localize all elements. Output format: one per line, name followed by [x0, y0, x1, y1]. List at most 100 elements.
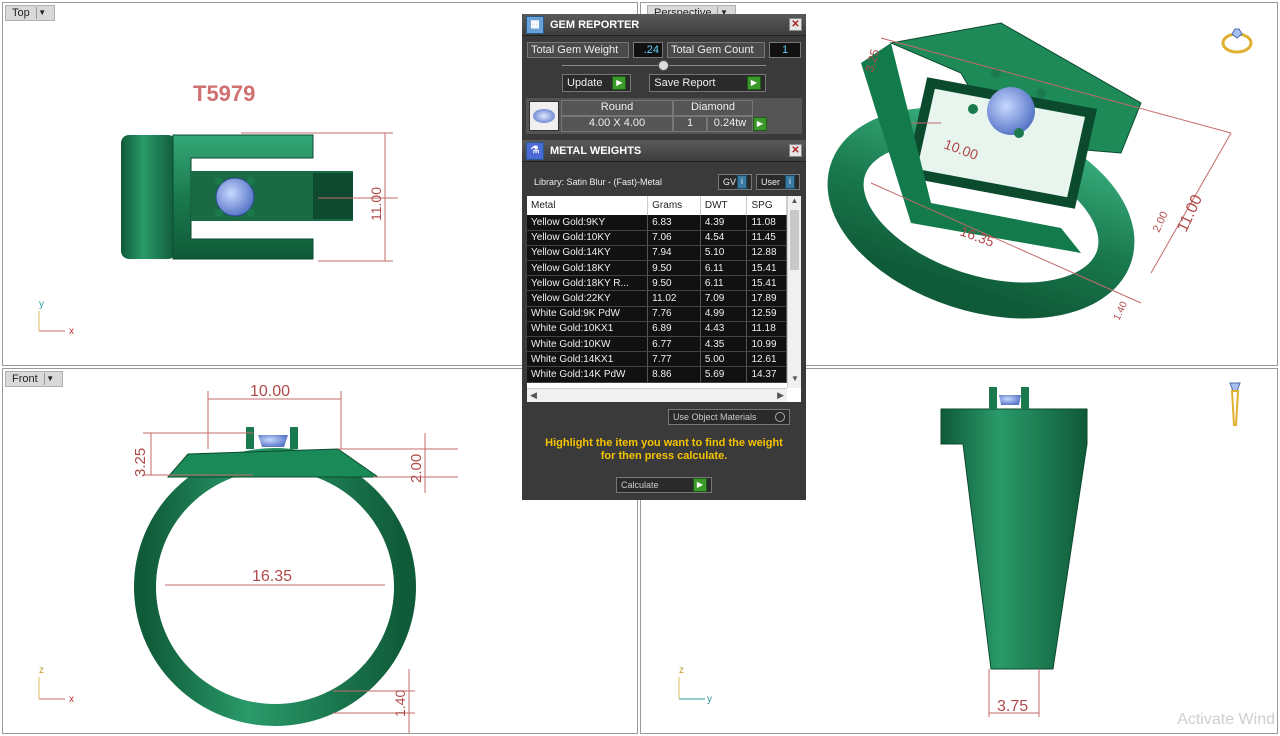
axis-z-label: z	[39, 665, 44, 676]
gem-list-row[interactable]: Round Diamond 4.00 X 4.00 1 0.24tw ▶	[526, 98, 802, 134]
cell-metal: Yellow Gold:22KY	[527, 290, 649, 307]
cell-metal: White Gold:10KX1	[527, 321, 649, 338]
flask-icon: ⚗	[526, 141, 544, 160]
cell-spg: 11.45	[746, 230, 787, 246]
table-row[interactable]: Yellow Gold:22KY 11.02 7.09 17.89	[527, 290, 787, 307]
cell-dwt: 4.43	[700, 321, 748, 338]
info-icon: i	[737, 175, 747, 189]
cell-grams: 6.89	[647, 321, 701, 338]
gem-reporter-title: GEM REPORTER	[550, 18, 640, 31]
total-gem-weight-label: Total Gem Weight	[527, 42, 629, 58]
calculate-button[interactable]: Calculate ▶	[616, 477, 712, 493]
save-report-button[interactable]: Save Report ▶	[649, 74, 766, 92]
axis-x-label: x	[69, 694, 74, 705]
table-row[interactable]: Yellow Gold:10KY 7.06 4.54 11.45	[527, 230, 787, 246]
cell-grams: 7.94	[647, 245, 701, 262]
chevron-down-icon[interactable]: ▼	[43, 373, 56, 385]
table-row[interactable]: White Gold:10KW 6.77 4.35 10.99	[527, 336, 787, 353]
column-header[interactable]: SPG	[746, 196, 787, 215]
scroll-thumb[interactable]	[790, 210, 799, 270]
close-icon[interactable]: ✕	[789, 18, 802, 31]
cell-dwt: 4.54	[700, 230, 748, 246]
splitter-handle[interactable]	[658, 60, 669, 71]
cell-metal: Yellow Gold:10KY	[527, 230, 649, 246]
front-dim-inner: 16.35	[252, 568, 292, 585]
activation-watermark: Activate Wind	[1177, 711, 1275, 728]
column-header[interactable]: Metal	[527, 196, 649, 215]
viewport-tab-front[interactable]: Front ▼	[5, 371, 63, 387]
update-button-label: Update	[567, 77, 603, 89]
table-row[interactable]: Yellow Gold:18KY 9.50 6.11 15.41	[527, 260, 787, 277]
table-row[interactable]: Yellow Gold:14KY 7.94 5.10 12.88	[527, 245, 787, 262]
dim-label-200: 2.00	[1151, 210, 1171, 234]
column-header[interactable]: DWT	[700, 196, 748, 215]
table-row[interactable]: White Gold:10KX1 6.89 4.43 11.18	[527, 321, 787, 338]
close-icon[interactable]: ✕	[789, 144, 802, 157]
horizontal-scrollbar[interactable]: ◀ ▶	[527, 388, 787, 402]
gem-type: Diamond	[673, 100, 753, 116]
cell-spg: 12.88	[746, 245, 787, 262]
use-object-materials-label: Use Object Materials	[673, 412, 757, 422]
cell-metal: Yellow Gold:18KY R...	[527, 275, 649, 292]
cell-grams: 9.50	[647, 260, 701, 277]
cell-metal: White Gold:14K PdW	[527, 366, 649, 383]
cell-grams: 8.86	[647, 366, 701, 383]
cell-metal: Yellow Gold:9KY	[527, 215, 649, 231]
table-row[interactable]: Yellow Gold:18KY R... 9.50 6.11 15.41	[527, 275, 787, 292]
user-button[interactable]: User i	[756, 174, 800, 190]
right-dim-shank: 3.75	[997, 698, 1028, 715]
calculate-label: Calculate	[621, 480, 659, 490]
ring-side-icon	[1229, 382, 1241, 426]
gem-shape: Round	[561, 100, 673, 116]
front-dim-bottom: 1.40	[392, 690, 408, 717]
play-icon: ▶	[693, 478, 707, 492]
cell-metal: Yellow Gold:18KY	[527, 260, 649, 277]
metal-weights-titlebar[interactable]: ⚗ METAL WEIGHTS ✕	[522, 140, 806, 162]
vertical-scrollbar[interactable]: ▲ ▼	[787, 196, 801, 388]
scroll-right-icon[interactable]: ▶	[777, 390, 784, 401]
play-icon: ▶	[747, 76, 761, 90]
cell-metal: White Gold:9K PdW	[527, 306, 649, 322]
viewport-tab-top[interactable]: Top ▼	[5, 5, 55, 21]
table-row[interactable]: White Gold:9K PdW 7.76 4.99 12.59	[527, 306, 787, 322]
dim-label-140: 1.40	[1112, 300, 1130, 323]
scroll-down-icon[interactable]: ▼	[788, 374, 801, 388]
scroll-left-icon[interactable]: ◀	[530, 390, 537, 401]
save-report-label: Save Report	[654, 77, 716, 89]
metal-weights-title: METAL WEIGHTS	[550, 144, 642, 157]
cell-grams: 6.83	[647, 215, 701, 231]
cell-dwt: 4.35	[700, 336, 748, 353]
cell-metal: Yellow Gold:14KY	[527, 245, 649, 262]
chevron-down-icon[interactable]: ▼	[35, 7, 48, 19]
cell-spg: 12.61	[746, 351, 787, 368]
metal-table-frame[interactable]: Metal Grams DWT SPG Yellow Gold:9KY 6.83 4…	[527, 196, 801, 402]
cell-dwt: 4.99	[700, 306, 748, 322]
axis-z-label: z	[679, 665, 684, 676]
cell-spg: 15.41	[746, 260, 787, 277]
use-object-materials-toggle[interactable]: Use Object Materials	[668, 409, 790, 425]
cell-grams: 7.06	[647, 230, 701, 246]
viewport-label: Top	[12, 7, 30, 19]
cell-dwt: 5.69	[700, 366, 748, 383]
cell-spg: 14.37	[746, 366, 787, 383]
total-gem-count-label: Total Gem Count	[667, 42, 765, 58]
table-row[interactable]: Yellow Gold:9KY 6.83 4.39 11.08	[527, 215, 787, 231]
cell-metal: White Gold:10KW	[527, 336, 649, 353]
gv-label: GV	[723, 177, 737, 187]
total-gem-count-value: 1	[769, 42, 801, 58]
scroll-up-icon[interactable]: ▲	[788, 196, 801, 210]
gem-reporter-titlebar[interactable]: ▦ GEM REPORTER ✕	[522, 14, 806, 36]
gem-reporter-icon: ▦	[526, 15, 544, 34]
update-button[interactable]: Update ▶	[562, 74, 632, 92]
cell-dwt: 4.39	[700, 215, 748, 231]
cell-dwt: 6.11	[700, 275, 748, 292]
column-header[interactable]: Grams	[647, 196, 701, 215]
table-row[interactable]: White Gold:14K PdW 8.86 5.69 14.37	[527, 366, 787, 383]
cell-spg: 12.59	[746, 306, 787, 322]
cell-spg: 10.99	[746, 336, 787, 353]
gv-button[interactable]: GV i	[718, 174, 752, 190]
table-row[interactable]: White Gold:14KX1 7.77 5.00 12.61	[527, 351, 787, 368]
play-icon[interactable]: ▶	[753, 117, 767, 131]
cell-grams: 9.50	[647, 275, 701, 292]
front-dim-side: 2.00	[408, 454, 425, 483]
